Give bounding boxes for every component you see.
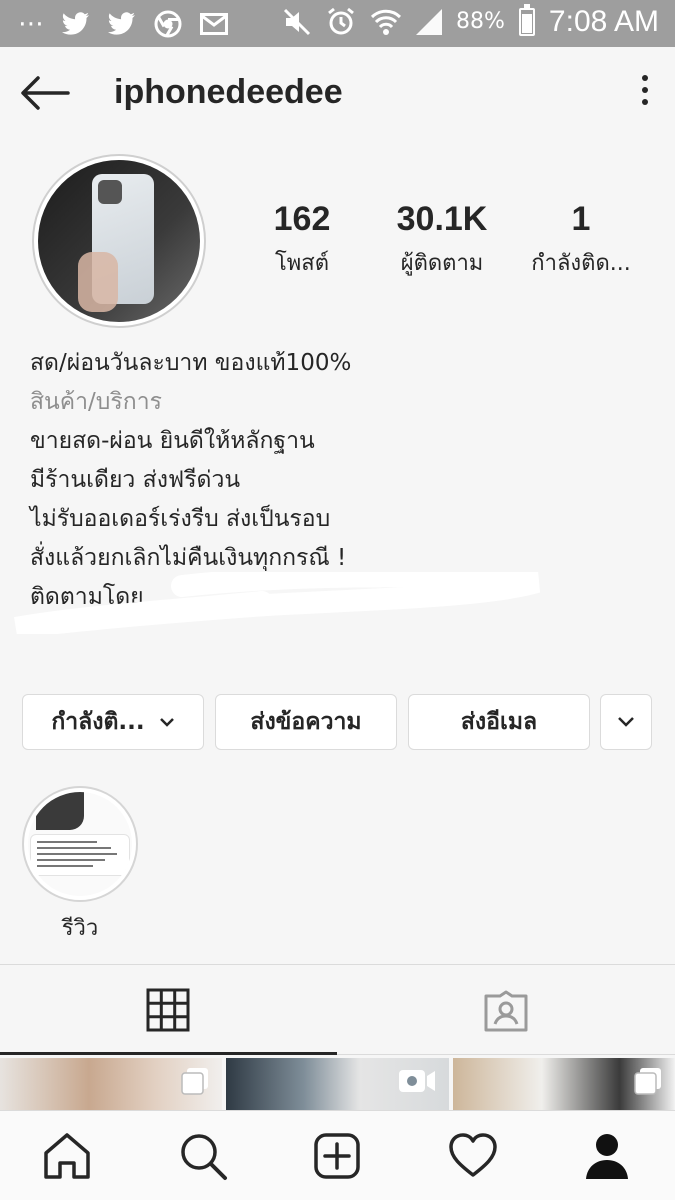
active-tab-indicator xyxy=(0,1052,337,1055)
chrome-icon xyxy=(154,10,182,38)
tab-underline xyxy=(337,1054,675,1055)
carousel-icon xyxy=(181,1068,208,1095)
signal-icon xyxy=(416,9,443,35)
posts-label: โพสต์ xyxy=(274,251,330,276)
status-bar-notifications: ⋯ xyxy=(18,8,228,40)
post-thumbnail[interactable] xyxy=(453,1058,675,1110)
wifi-icon xyxy=(370,9,402,35)
post-thumbnail[interactable] xyxy=(226,1058,449,1110)
back-arrow-icon[interactable] xyxy=(20,75,70,111)
suggested-accounts-button[interactable] xyxy=(600,694,652,750)
grid-icon xyxy=(146,988,190,1032)
followers-count: 30.1K xyxy=(396,200,488,238)
story-highlight-cover[interactable] xyxy=(28,792,132,896)
following-label: กำลังติด... xyxy=(531,251,631,276)
status-time: 7:08 AM xyxy=(548,5,659,38)
status-bar-system: 88% 7:08 AM xyxy=(282,4,659,39)
battery-percent: 88% xyxy=(456,9,505,34)
chevron-down-icon xyxy=(159,718,174,727)
following-button[interactable]: กำลังติ... xyxy=(22,694,204,750)
profile-icon[interactable] xyxy=(580,1129,634,1183)
message-button-label: ส่งข้อความ xyxy=(250,709,362,735)
avatar-hand-image xyxy=(78,252,118,312)
followers-label: ผู้ติดตาม xyxy=(400,251,484,276)
twitter-icon xyxy=(62,12,89,35)
tagged-icon xyxy=(484,990,528,1032)
story-highlight-label: รีวิว xyxy=(61,916,99,941)
bio-line: ไม่รับออเดอร์เร่งรีบ ส่งเป็นรอบ xyxy=(30,506,331,532)
bio-category: สินค้า/บริการ xyxy=(30,389,162,415)
activity-heart-icon[interactable] xyxy=(446,1129,500,1183)
stat-posts[interactable]: 162 โพสต์ xyxy=(248,200,356,280)
more-options-icon[interactable] xyxy=(639,75,651,111)
battery-icon xyxy=(518,4,535,36)
message-button[interactable]: ส่งข้อความ xyxy=(215,694,397,750)
alarm-icon xyxy=(328,7,354,35)
search-icon[interactable] xyxy=(176,1129,230,1183)
posts-count: 162 xyxy=(273,200,331,238)
tab-grid[interactable] xyxy=(0,966,337,1054)
twitter-icon xyxy=(108,12,135,35)
bio-name: สด/ผ่อนวันละบาท ของแท้100% xyxy=(30,350,352,376)
tabs-divider xyxy=(0,964,675,965)
following-button-label: กำลังติ... xyxy=(51,709,145,735)
email-button[interactable]: ส่งอีเมล xyxy=(408,694,590,750)
carousel-icon xyxy=(634,1068,661,1095)
battery-level xyxy=(521,13,532,33)
avatar[interactable] xyxy=(38,160,200,322)
following-count: 1 xyxy=(571,200,591,238)
post-thumbnail[interactable] xyxy=(0,1058,222,1110)
mail-icon xyxy=(200,13,228,35)
stat-following[interactable]: 1 กำลังติด... xyxy=(522,200,640,280)
status-bar: ⋯ 88% 7:08 AM xyxy=(0,0,675,47)
tab-tagged[interactable] xyxy=(338,966,675,1054)
video-icon xyxy=(399,1070,435,1092)
redaction-scribble xyxy=(14,572,541,634)
chevron-down-icon xyxy=(618,717,634,727)
bio-line: ขายสด-ผ่อน ยินดีให้หลักฐาน xyxy=(30,428,315,454)
new-post-icon[interactable] xyxy=(310,1129,364,1183)
bottom-navigation xyxy=(0,1110,675,1200)
home-icon[interactable] xyxy=(40,1129,94,1183)
stat-followers[interactable]: 30.1K ผู้ติดตาม xyxy=(382,200,502,280)
bio-line: มีร้านเดียว ส่งฟรีด่วน xyxy=(30,467,241,493)
email-button-label: ส่งอีเมล xyxy=(460,709,538,735)
more-dots-icon: ⋯ xyxy=(18,9,44,39)
profile-username: iphonedeedee xyxy=(114,73,343,111)
profile-top-bar: iphonedeedee xyxy=(0,47,675,139)
mute-icon xyxy=(283,8,311,36)
